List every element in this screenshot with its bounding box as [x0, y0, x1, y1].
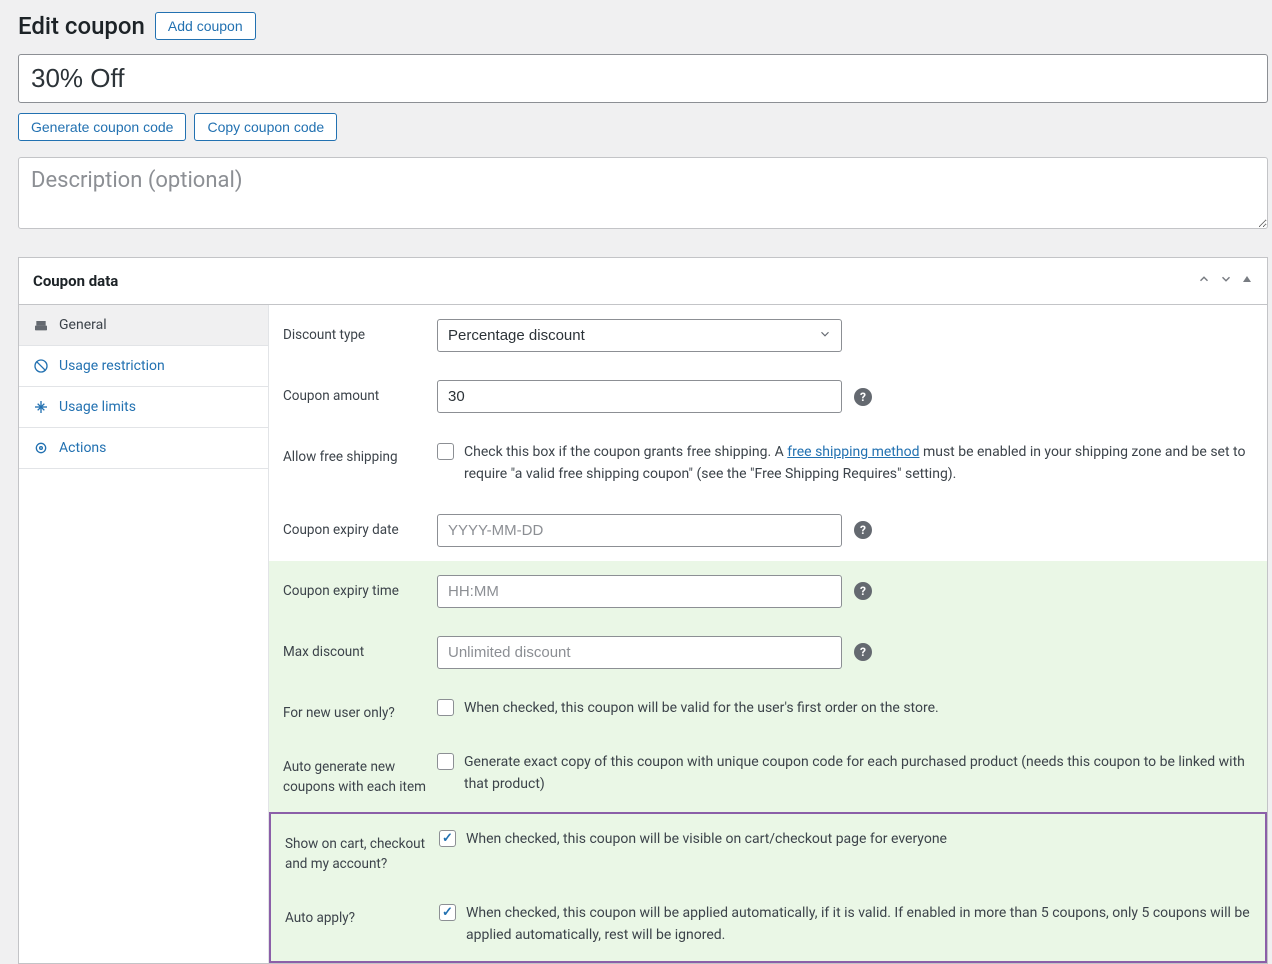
help-icon[interactable]: ?	[854, 521, 872, 539]
generate-code-button[interactable]: Generate coupon code	[18, 113, 186, 141]
auto-gen-checkbox[interactable]	[437, 753, 454, 770]
auto-apply-text: When checked, this coupon will be applie…	[466, 902, 1251, 947]
auto-gen-label: Auto generate new coupons with each item	[283, 751, 437, 798]
tab-general-label: General	[59, 317, 107, 333]
free-shipping-link[interactable]: free shipping method	[787, 444, 919, 460]
show-cart-text: When checked, this coupon will be visibl…	[466, 828, 947, 850]
coupon-data-panel: Coupon data General Usage restriction	[18, 257, 1268, 964]
tab-usage-limits[interactable]: Usage limits	[19, 387, 268, 428]
copy-code-button[interactable]: Copy coupon code	[194, 113, 337, 141]
new-user-label: For new user only?	[283, 697, 437, 723]
help-icon[interactable]: ?	[854, 582, 872, 600]
gear-icon	[33, 440, 49, 456]
sliders-icon	[33, 399, 49, 415]
page-title: Edit coupon	[18, 12, 145, 40]
tab-usage-restriction[interactable]: Usage restriction	[19, 346, 268, 387]
expiry-time-input[interactable]	[437, 575, 842, 608]
show-cart-label: Show on cart, checkout and my account?	[285, 828, 439, 875]
free-shipping-text: Check this box if the coupon grants free…	[464, 441, 1253, 486]
free-shipping-checkbox[interactable]	[437, 443, 454, 460]
discount-type-label: Discount type	[283, 319, 437, 345]
coupon-amount-label: Coupon amount	[283, 380, 437, 406]
panel-up-icon[interactable]	[1197, 272, 1211, 290]
ban-icon	[33, 358, 49, 374]
auto-gen-text: Generate exact copy of this coupon with …	[464, 751, 1253, 796]
coupon-name-input[interactable]	[18, 54, 1268, 103]
new-user-checkbox[interactable]	[437, 699, 454, 716]
highlight-box: Show on cart, checkout and my account? W…	[269, 812, 1267, 963]
auto-apply-label: Auto apply?	[285, 902, 439, 928]
coupon-amount-input[interactable]	[437, 380, 842, 413]
new-user-text: When checked, this coupon will be valid …	[464, 697, 939, 719]
tab-actions[interactable]: Actions	[19, 428, 268, 469]
add-coupon-button[interactable]: Add coupon	[155, 12, 256, 40]
max-discount-input[interactable]	[437, 636, 842, 669]
discount-type-select[interactable]: Percentage discount	[437, 319, 842, 352]
panel-toggle-icon[interactable]	[1241, 273, 1253, 289]
tab-restriction-label: Usage restriction	[59, 358, 165, 374]
ticket-icon	[33, 317, 49, 333]
expiry-date-input[interactable]	[437, 514, 842, 547]
expiry-date-label: Coupon expiry date	[283, 514, 437, 540]
tab-actions-label: Actions	[59, 440, 106, 456]
free-shipping-label: Allow free shipping	[283, 441, 437, 467]
expiry-time-label: Coupon expiry time	[283, 575, 437, 601]
tab-general[interactable]: General	[19, 305, 268, 346]
max-discount-label: Max discount	[283, 636, 437, 662]
help-icon[interactable]: ?	[854, 388, 872, 406]
show-cart-checkbox[interactable]	[439, 830, 456, 847]
description-textarea[interactable]	[18, 157, 1268, 229]
panel-title: Coupon data	[33, 272, 1189, 290]
auto-apply-checkbox[interactable]	[439, 904, 456, 921]
tab-limits-label: Usage limits	[59, 399, 136, 415]
help-icon[interactable]: ?	[854, 643, 872, 661]
panel-down-icon[interactable]	[1219, 272, 1233, 290]
side-tabs: General Usage restriction Usage limits A…	[19, 305, 269, 963]
